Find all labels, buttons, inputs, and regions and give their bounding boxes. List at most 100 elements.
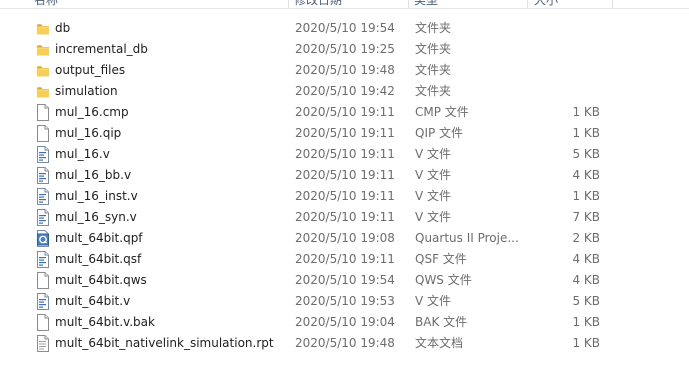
file-name[interactable]: mult_64bit.qws (55, 270, 285, 291)
file-name[interactable]: mult_64bit.v.bak (55, 312, 285, 333)
file-size: 1 KB (572, 126, 600, 140)
file-type: V 文件 (415, 294, 452, 308)
file-size (530, 81, 600, 102)
file-row[interactable]: db 2020/5/10 19:54 文件夹 (0, 18, 689, 39)
file-list: db 2020/5/10 19:54 文件夹 incremental_db 2020/5… (0, 18, 689, 354)
file-date-modified: 2020/5/10 19:48 (295, 336, 395, 350)
column-header-date[interactable]: 修改日期 (294, 0, 342, 9)
file-size (530, 60, 600, 81)
folder-icon (36, 20, 50, 37)
column-header-bar: 名称 修改日期 类型 大小 (0, 0, 689, 9)
file-name[interactable]: mul_16.cmp (55, 102, 285, 123)
file-row[interactable]: mul_16.v 2020/5/10 19:11 V 文件 5 KB (0, 144, 689, 165)
file-date-modified: 2020/5/10 19:48 (295, 63, 395, 77)
file-size (530, 39, 600, 60)
file-row[interactable]: output_files 2020/5/10 19:48 文件夹 (0, 60, 689, 81)
file-name[interactable]: mul_16.v (55, 144, 285, 165)
code-file-icon (36, 209, 50, 226)
column-divider[interactable] (612, 0, 613, 9)
code-file-icon (36, 188, 50, 205)
file-name[interactable]: mult_64bit.qsf (55, 249, 285, 270)
file-row[interactable]: simulation 2020/5/10 19:42 文件夹 (0, 81, 689, 102)
file-type: 文本文档 (415, 336, 464, 350)
file-name[interactable]: mul_16.qip (55, 123, 285, 144)
file-type: QWS 文件 (415, 273, 472, 287)
file-size: 1 KB (572, 105, 600, 119)
file-row[interactable]: mult_64bit_nativelink_simulation.rpt 2020… (0, 333, 689, 354)
file-name[interactable]: db (55, 18, 285, 39)
file-row[interactable]: mult_64bit.v.bak 2020/5/10 19:04 BAK 文件 1 K… (0, 312, 689, 333)
file-row[interactable]: incremental_db 2020/5/10 19:25 文件夹 (0, 39, 689, 60)
file-size: 5 KB (572, 294, 600, 308)
file-row[interactable]: mul_16_bb.v 2020/5/10 19:11 V 文件 4 KB (0, 165, 689, 186)
file-type: V 文件 (415, 189, 452, 203)
file-row[interactable]: mul_16_syn.v 2020/5/10 19:11 V 文件 7 KB (0, 207, 689, 228)
folder-icon (36, 83, 50, 100)
file-type: V 文件 (415, 168, 452, 182)
file-date-modified: 2020/5/10 19:11 (295, 147, 395, 161)
file-name[interactable]: mult_64bit_nativelink_simulation.rpt (55, 333, 285, 354)
file-name[interactable]: mul_16_syn.v (55, 207, 285, 228)
file-name[interactable]: incremental_db (55, 39, 285, 60)
file-row[interactable]: mult_64bit.v 2020/5/10 19:53 V 文件 5 KB (0, 291, 689, 312)
file-size: 2 KB (572, 231, 600, 245)
file-size: 1 KB (572, 315, 600, 329)
file-name[interactable]: mult_64bit.qpf (55, 228, 285, 249)
file-name[interactable]: mul_16_inst.v (55, 186, 285, 207)
file-type: 文件夹 (415, 42, 452, 56)
file-row[interactable]: mult_64bit.qpf 2020/5/10 19:08 Quartus II … (0, 228, 689, 249)
file-row[interactable]: mul_16_inst.v 2020/5/10 19:11 V 文件 1 KB (0, 186, 689, 207)
file-name[interactable]: output_files (55, 60, 285, 81)
column-header-size[interactable]: 大小 (534, 0, 558, 9)
file-row[interactable]: mult_64bit.qsf 2020/5/10 19:11 QSF 文件 4 KB (0, 249, 689, 270)
file-date-modified: 2020/5/10 19:11 (295, 210, 395, 224)
file-size: 7 KB (572, 210, 600, 224)
file-date-modified: 2020/5/10 19:25 (295, 42, 395, 56)
code-file-icon (36, 251, 50, 268)
file-type: BAK 文件 (415, 315, 468, 329)
column-header-name[interactable]: 名称 (34, 0, 58, 9)
file-type: V 文件 (415, 210, 452, 224)
file-date-modified: 2020/5/10 19:11 (295, 252, 395, 266)
file-type: 文件夹 (415, 21, 452, 35)
file-type: QIP 文件 (415, 126, 464, 140)
file-date-modified: 2020/5/10 19:11 (295, 126, 395, 140)
file-date-modified: 2020/5/10 19:11 (295, 105, 395, 119)
file-row[interactable]: mul_16.cmp 2020/5/10 19:11 CMP 文件 1 KB (0, 102, 689, 123)
code-file-icon (36, 293, 50, 310)
file-size (530, 18, 600, 39)
file-type: CMP 文件 (415, 105, 469, 119)
file-name[interactable]: mult_64bit.v (55, 291, 285, 312)
file-date-modified: 2020/5/10 19:11 (295, 189, 395, 203)
file-date-modified: 2020/5/10 19:54 (295, 273, 395, 287)
text-file-icon (36, 335, 50, 352)
column-divider[interactable] (408, 0, 409, 9)
file-date-modified: 2020/5/10 19:04 (295, 315, 395, 329)
file-size: 4 KB (572, 252, 600, 266)
column-divider[interactable] (288, 0, 289, 9)
file-date-modified: 2020/5/10 19:54 (295, 21, 395, 35)
blank-file-icon (36, 314, 50, 331)
blank-file-icon (36, 125, 50, 142)
file-date-modified: 2020/5/10 19:53 (295, 294, 395, 308)
file-size: 4 KB (572, 168, 600, 182)
file-name[interactable]: mul_16_bb.v (55, 165, 285, 186)
quartus-project-icon (36, 230, 50, 247)
file-date-modified: 2020/5/10 19:11 (295, 168, 395, 182)
code-file-icon (36, 167, 50, 184)
column-header-type[interactable]: 类型 (414, 0, 438, 9)
file-type: Quartus II Proje... (415, 231, 519, 245)
column-divider[interactable] (527, 0, 528, 9)
folder-icon (36, 41, 50, 58)
file-date-modified: 2020/5/10 19:08 (295, 231, 395, 245)
file-size: 1 KB (572, 336, 600, 350)
code-file-icon (36, 146, 50, 163)
file-date-modified: 2020/5/10 19:42 (295, 84, 395, 98)
file-size: 5 KB (572, 147, 600, 161)
file-row[interactable]: mult_64bit.qws 2020/5/10 19:54 QWS 文件 4 KB (0, 270, 689, 291)
file-type: 文件夹 (415, 63, 452, 77)
file-row[interactable]: mul_16.qip 2020/5/10 19:11 QIP 文件 1 KB (0, 123, 689, 144)
file-type: QSF 文件 (415, 252, 467, 266)
folder-icon (36, 62, 50, 79)
file-name[interactable]: simulation (55, 81, 285, 102)
